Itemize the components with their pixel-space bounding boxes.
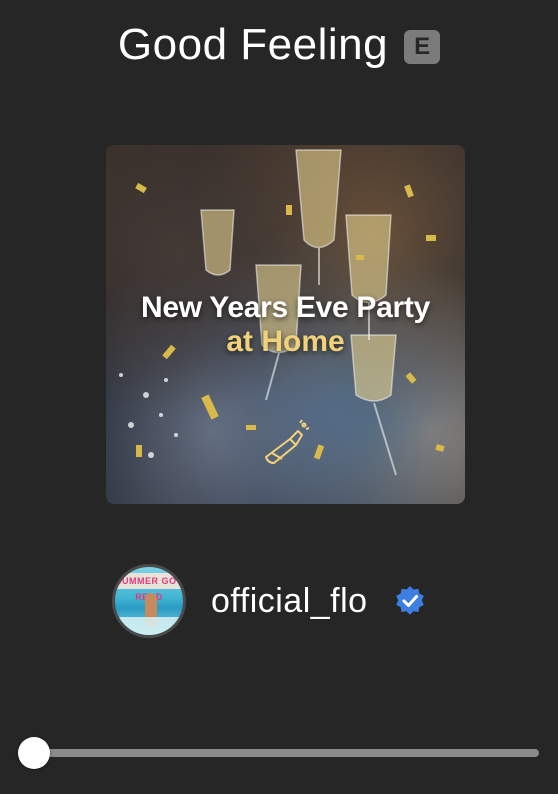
cover-title-line1: New Years Eve Party (141, 291, 430, 324)
avatar-banner-text: SUMMER GOT READ (115, 573, 183, 602)
verified-badge-icon (395, 586, 424, 615)
playback-progress-track[interactable] (18, 749, 539, 757)
cover-title-line2: at Home (226, 325, 345, 358)
champagne-bottle-icon (265, 419, 310, 464)
song-title: Good Feeling (117, 20, 389, 69)
avatar-waves (115, 617, 183, 635)
album-cover[interactable]: New Years Eve Party at Home (106, 145, 465, 504)
title-row: Good Feeling E (0, 18, 558, 72)
now-playing-screen: Good Feeling E New Years Eve Party at Ho… (0, 0, 558, 794)
artist-row[interactable]: SUMMER GOT READ official_flo (112, 562, 426, 640)
explicit-badge: E (404, 30, 441, 64)
playback-scrubber-thumb[interactable] (18, 737, 50, 769)
artist-avatar[interactable]: SUMMER GOT READ (112, 564, 186, 638)
artist-name[interactable]: official_flo (211, 582, 368, 621)
